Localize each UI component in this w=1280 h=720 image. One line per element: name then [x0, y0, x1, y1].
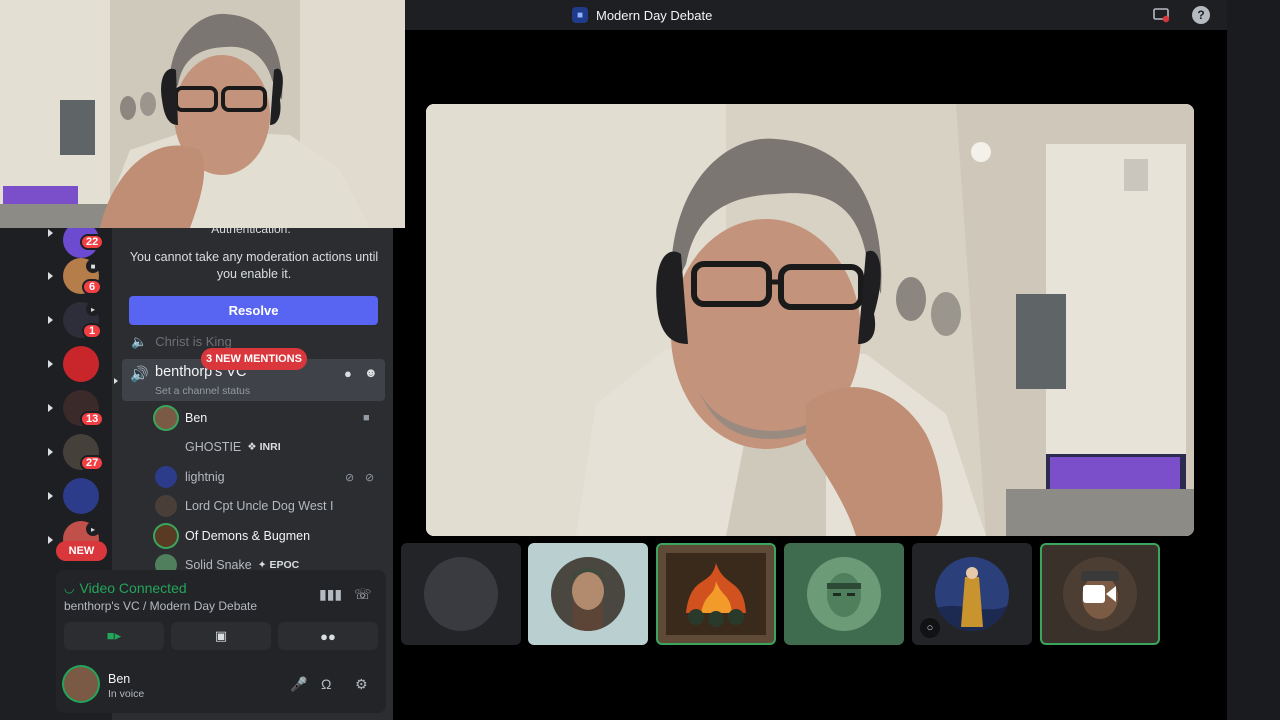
screen-share-icon: ▣: [214, 628, 228, 643]
participant-tile-fire[interactable]: [656, 543, 776, 645]
voice-member[interactable]: lightnig ⊘ ⊘: [155, 465, 385, 489]
expand-caret-icon: [114, 378, 118, 384]
noise-suppression-icon[interactable]: ▮▮▮: [319, 586, 342, 603]
video-icon: ■: [363, 412, 370, 424]
speaker-icon: 🔊: [130, 366, 149, 383]
participant-avatar: [551, 557, 625, 631]
microphone-icon[interactable]: 🎤: [290, 676, 307, 693]
member-tag-text: INRI: [259, 441, 281, 453]
member-name: lightnig: [185, 470, 225, 484]
server-icon[interactable]: [63, 346, 99, 382]
camera-off-icon: ○: [920, 618, 940, 638]
new-unreads-pill[interactable]: NEW: [56, 541, 107, 561]
new-mentions-pill[interactable]: 3 NEW MENTIONS: [201, 348, 307, 370]
participant-tile-snake[interactable]: [784, 543, 904, 645]
folder-arrow-icon: [48, 536, 53, 544]
participant-avatar: [807, 557, 881, 631]
folder-arrow-icon: [48, 229, 53, 237]
voice-location[interactable]: benthorp's VC / Modern Day Debate: [64, 599, 257, 613]
speaker-video-image: [426, 104, 1194, 536]
speaker-icon: 🔈: [131, 334, 148, 349]
mention-badge: 1: [82, 323, 102, 339]
title-bar: ■ Modern Day Debate: [405, 0, 1227, 30]
disconnect-icon[interactable]: ☏: [354, 586, 372, 603]
avatar: [155, 407, 177, 429]
participant-tile-portrait[interactable]: [528, 543, 648, 645]
member-name: Lord Cpt Uncle Dog West I: [185, 499, 334, 513]
user-name[interactable]: Ben: [108, 672, 130, 686]
member-tag: ❖ INRI: [247, 441, 281, 453]
avatar: [155, 495, 177, 517]
avatar: [155, 466, 177, 488]
server-title-text: Modern Day Debate: [596, 7, 713, 23]
mention-badge: 27: [80, 455, 105, 471]
video-icon: ■: [86, 259, 100, 273]
chat-bubble-icon[interactable]: ●: [344, 366, 352, 381]
speaker-icon: ▸: [86, 522, 100, 536]
discord-window: ■ Modern Day Debate ? ○ 22 6 ■ 1 ▸ 13 27…: [0, 0, 1280, 720]
screen-share-button[interactable]: ▣: [171, 622, 271, 650]
folder-arrow-icon: [48, 316, 53, 324]
avatar: [155, 436, 177, 458]
muted-mic-icon: ⊘: [345, 471, 355, 484]
mention-badge: 22: [80, 234, 105, 250]
add-member-icon[interactable]: ☻: [364, 365, 378, 380]
gear-icon[interactable]: ⚙: [355, 676, 368, 693]
user-avatar[interactable]: [64, 667, 98, 701]
main-video-feed[interactable]: [426, 104, 1194, 536]
voice-status-text: Video Connected: [79, 580, 187, 596]
auth-banner-heading: Authentication.: [211, 228, 291, 236]
channel-status-placeholder[interactable]: Set a channel status: [155, 385, 250, 397]
voice-member[interactable]: Of Demons & Bugmen: [155, 524, 385, 548]
mention-badge: 13: [80, 411, 105, 427]
participant-tile-moses[interactable]: ○: [912, 543, 1032, 645]
video-camera-icon: ■▸: [106, 628, 122, 643]
folder-arrow-icon: [48, 404, 53, 412]
right-edge-panel: [1227, 0, 1280, 720]
speaker-icon: ▸: [86, 302, 100, 316]
participant-avatar: [935, 557, 1009, 631]
mention-badge: 6: [82, 279, 102, 295]
folder-arrow-icon: [48, 360, 53, 368]
server-title: ■ Modern Day Debate: [572, 7, 712, 23]
pip-video-feed[interactable]: [0, 0, 405, 228]
resolve-button[interactable]: Resolve: [129, 296, 378, 325]
signal-icon: ◡: [64, 581, 75, 595]
auth-banner-message: You cannot take any moderation actions u…: [129, 250, 379, 281]
headphones-icon[interactable]: Ω: [321, 676, 331, 692]
deafened-icon: ⊘: [365, 471, 375, 484]
folder-arrow-icon: [48, 448, 53, 456]
avatar: [155, 525, 177, 547]
help-icon[interactable]: ?: [1192, 6, 1210, 24]
sidebar: 22 6 ■ 1 ▸ 13 27 ▸ NEW Authentication. Y…: [0, 228, 393, 720]
folder-arrow-icon: [48, 272, 53, 280]
member-name: Ben: [185, 411, 208, 425]
camera-button[interactable]: ■▸: [64, 622, 164, 650]
inbox-screen-icon[interactable]: [1152, 6, 1170, 24]
activities-button[interactable]: ●●: [278, 622, 378, 650]
member-name: GHOSTIE: [185, 440, 242, 454]
participant-tile-camera[interactable]: [1040, 543, 1160, 645]
server-icon: ■: [572, 7, 588, 23]
user-status: In voice: [108, 688, 145, 700]
participant-tile-blank[interactable]: [401, 543, 521, 645]
voice-member[interactable]: Lord Cpt Uncle Dog West I: [155, 494, 385, 518]
gamepad-icon: ●●: [320, 628, 336, 644]
server-icon[interactable]: [63, 478, 99, 514]
member-name: Of Demons & Bugmen: [185, 529, 311, 543]
voice-status[interactable]: ◡ Video Connected: [64, 580, 187, 596]
pip-video-image: [0, 0, 405, 228]
folder-arrow-icon: [48, 492, 53, 500]
voice-member[interactable]: Ben ■: [155, 406, 385, 430]
blank-avatar: [424, 557, 498, 631]
participant-avatar: [666, 553, 766, 635]
voice-member[interactable]: GHOSTIE ❖ INRI: [155, 435, 385, 459]
video-camera-icon: [1083, 585, 1116, 603]
voice-connection-panel: ◡ Video Connected benthorp's VC / Modern…: [56, 570, 386, 713]
